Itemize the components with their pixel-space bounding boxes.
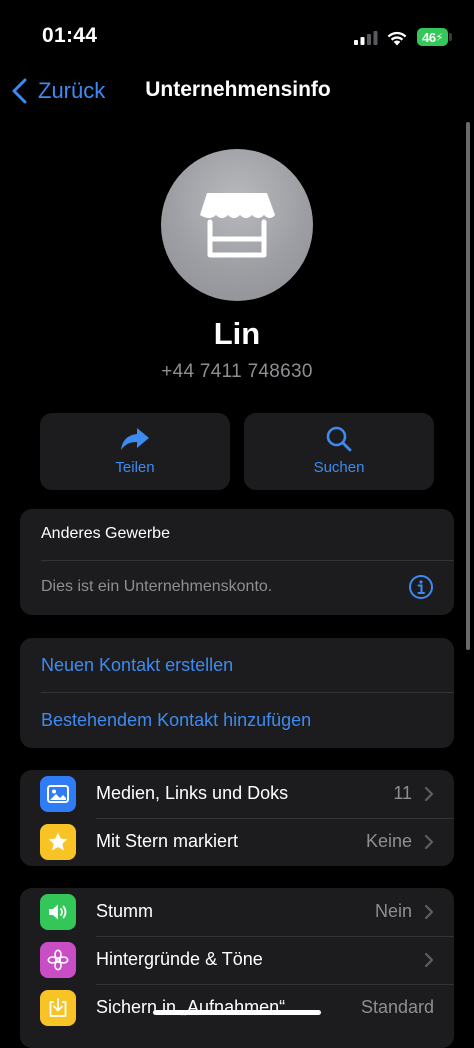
settings-card: Stumm Nein Hintergründe & Töne Sichern i… [20, 888, 454, 1048]
cellular-signal-icon [354, 31, 378, 45]
chevron-right-icon [424, 904, 434, 920]
business-category: Anderes Gewerbe [41, 525, 170, 542]
photo-icon [47, 785, 69, 803]
contact-name: Lin [213, 316, 261, 351]
business-info-card: Anderes Gewerbe Dies ist ein Unternehmen… [20, 509, 454, 615]
chevron-right-icon [424, 834, 434, 850]
speaker-icon [49, 904, 67, 920]
row-label: Stumm [96, 901, 154, 921]
photo-tile [40, 776, 76, 812]
row-label: Hintergründe & Töne [96, 949, 263, 969]
divider [41, 560, 454, 561]
home-indicator[interactable] [153, 1010, 321, 1015]
create-contact-link[interactable]: Neuen Kontakt erstellen [41, 655, 233, 676]
star-tile [40, 824, 76, 860]
media-card: Medien, Links und Doks 11 Mit Stern mark… [20, 770, 454, 866]
info-icon[interactable] [408, 574, 434, 600]
save-download-icon [49, 998, 67, 1017]
flower-icon [47, 949, 69, 971]
chevron-right-icon [424, 952, 434, 968]
contact-phone: +44 7411 748630 [161, 361, 313, 382]
row-label: Medien, Links und Doks [96, 783, 289, 803]
storefront-icon [200, 193, 275, 258]
row-value: Nein [374, 901, 412, 921]
page-title: Unternehmensinfo [145, 78, 331, 101]
add-to-existing-contact-link[interactable]: Bestehendem Kontakt hinzufügen [41, 710, 311, 731]
wifi-icon [387, 31, 407, 46]
row-value: 11 [393, 783, 412, 803]
contact-links-card: Neuen Kontakt erstellen Bestehendem Kont… [20, 638, 454, 748]
media-links-docs-row[interactable]: Medien, Links und Doks 11 [20, 770, 454, 818]
flower-tile [40, 942, 76, 978]
search-icon [326, 426, 352, 452]
share-label: Teilen [115, 459, 155, 476]
share-button[interactable]: Teilen [40, 413, 230, 490]
save-tile [40, 990, 76, 1026]
chevron-right-icon [424, 786, 434, 802]
save-to-photos-row[interactable]: Sichern in „Aufnahmen“ Standard [20, 984, 454, 1032]
search-button[interactable]: Suchen [244, 413, 434, 490]
mute-row[interactable]: Stumm Nein [20, 888, 454, 936]
row-value: Keine [365, 831, 412, 851]
battery-tip [449, 33, 452, 41]
row-label: Mit Stern markiert [96, 831, 239, 851]
starred-messages-row[interactable]: Mit Stern markiert Keine [20, 818, 454, 866]
star-icon [48, 832, 68, 851]
scrollbar[interactable] [466, 122, 470, 650]
wallpapers-sounds-row[interactable]: Hintergründe & Töne [20, 936, 454, 984]
share-arrow-icon [121, 428, 149, 450]
divider [41, 692, 454, 693]
speaker-tile [40, 894, 76, 930]
search-label: Suchen [313, 459, 365, 476]
battery-indicator: 46 ⚡ [417, 28, 448, 46]
status-time: 01:44 [42, 24, 98, 47]
avatar[interactable] [161, 149, 313, 301]
row-value: Standard [360, 997, 434, 1017]
business-description: Dies ist ein Unternehmenskonto. [41, 578, 273, 595]
